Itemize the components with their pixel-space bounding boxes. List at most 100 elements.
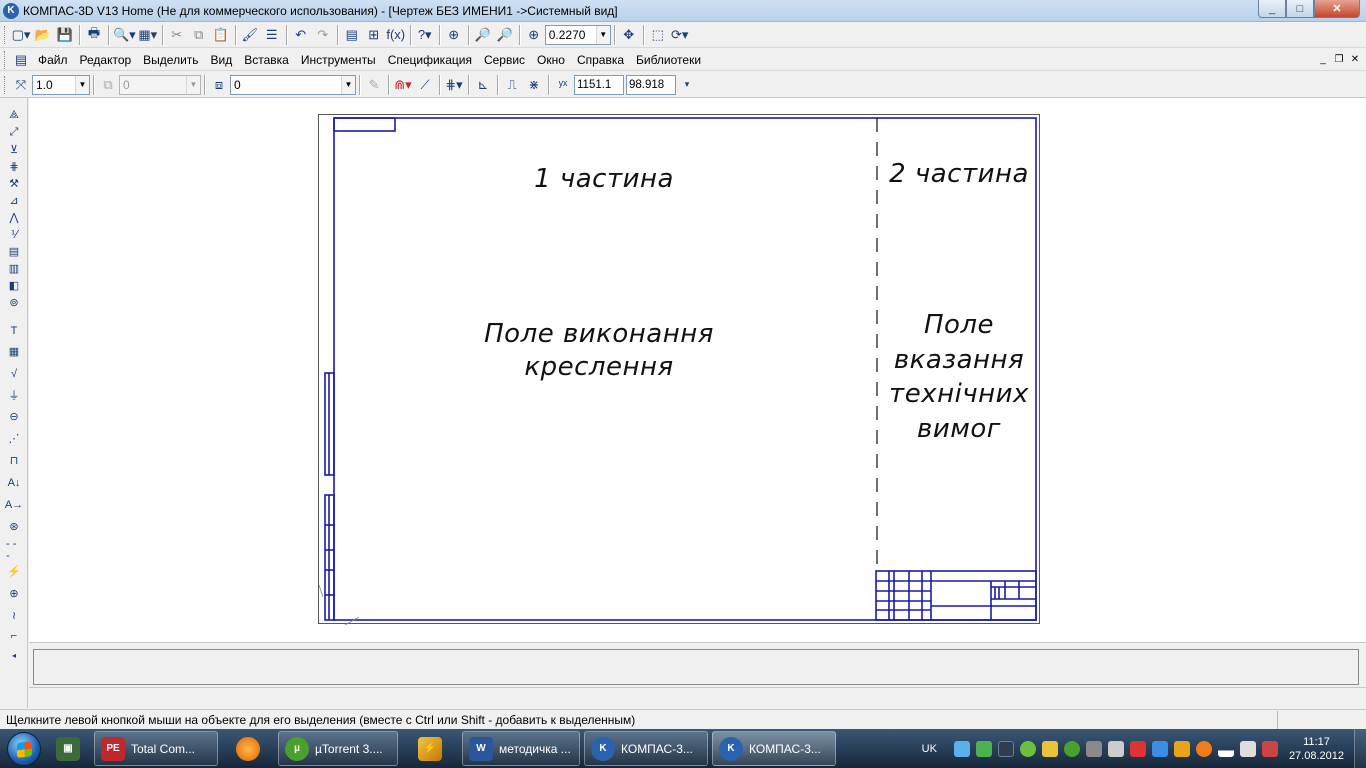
zoom-in-icon[interactable]: 🔎	[473, 24, 493, 46]
taskbar-kompas-1[interactable]: K КОМПАС-3...	[584, 731, 708, 766]
tray-app-icon[interactable]	[1019, 740, 1036, 757]
menu-insert[interactable]: Вставка	[238, 53, 295, 67]
taskbar-total-commander[interactable]: PE Total Com...	[94, 731, 218, 766]
menu-grip[interactable]	[4, 50, 7, 69]
drawing-sheet[interactable]: 1 частина 2 частина Поле виконання кресл…	[318, 114, 1040, 625]
chevron-down-icon[interactable]: ▾	[677, 74, 697, 96]
language-indicator[interactable]: UK	[922, 743, 937, 755]
chevron-down-icon[interactable]: ▼	[186, 75, 200, 94]
ortho-icon[interactable]: ⟋	[415, 74, 435, 96]
undo-icon[interactable]: ↶	[291, 24, 311, 46]
center-mark-icon[interactable]: ⊕	[6, 586, 22, 601]
select-icon[interactable]: ⋀	[6, 210, 22, 225]
close-button[interactable]: ✕	[1314, 0, 1360, 18]
chevron-down-icon[interactable]: ▼	[595, 25, 610, 44]
menu-editor[interactable]: Редактор	[74, 53, 138, 67]
action-center-icon[interactable]	[1261, 740, 1278, 757]
scale-icon[interactable]: ⤧	[11, 74, 31, 96]
properties-edit-icon[interactable]: ✎	[364, 74, 384, 96]
redo-icon[interactable]: ↷	[313, 24, 333, 46]
magnet-snap-icon[interactable]: ⋒▾	[393, 74, 413, 96]
measure-icon[interactable]: ⊿	[6, 193, 22, 208]
cut-icon[interactable]: ✂	[167, 24, 187, 46]
local-cs-icon[interactable]: ⊾	[473, 74, 493, 96]
properties-panel-area[interactable]	[33, 649, 1359, 685]
edit-icon[interactable]: ⋕	[6, 159, 22, 174]
doc-restore-button[interactable]: ❐	[1332, 52, 1346, 66]
detail-icon[interactable]: ⊛	[6, 519, 22, 534]
print-icon[interactable]: 🖶	[84, 24, 104, 46]
round-icon[interactable]: ⋇	[524, 74, 544, 96]
clock[interactable]: 11:17 27.08.2012	[1289, 735, 1344, 763]
copy-icon[interactable]: ⧉	[189, 24, 209, 46]
taskbar-firefox[interactable]	[222, 731, 274, 766]
toolbar-grip[interactable]	[4, 25, 7, 44]
zoom-combo[interactable]: 0.2270 ▼	[544, 24, 611, 45]
base-icon[interactable]: ⏚	[6, 387, 22, 402]
menu-libraries[interactable]: Библиотеки	[630, 53, 707, 67]
menu-window[interactable]: Окно	[531, 53, 571, 67]
layer-icon[interactable]: ⧉	[98, 74, 118, 96]
maximize-button[interactable]: □	[1286, 0, 1314, 18]
tray-app-icon[interactable]	[997, 740, 1014, 757]
tray-app-icon[interactable]	[1041, 740, 1058, 757]
scale-combo[interactable]: 1.0 ▼	[32, 74, 90, 95]
parametrization-icon[interactable]: ⚒	[6, 176, 22, 191]
network-signal-icon[interactable]	[1217, 740, 1234, 757]
ortho-mode-icon[interactable]: ⎍	[502, 74, 522, 96]
geometry-icon[interactable]: ⟁	[6, 108, 22, 123]
style-icon[interactable]: ⧈	[209, 74, 229, 96]
section-icon[interactable]: A↓	[6, 475, 22, 490]
drawing-canvas[interactable]: 1 частина 2 частина Поле виконання кресл…	[29, 98, 1366, 642]
tray-app-icon[interactable]	[1173, 740, 1190, 757]
tray-app-icon[interactable]	[1151, 740, 1168, 757]
refresh-icon[interactable]: ⟳▾	[670, 24, 690, 46]
show-desktop-button[interactable]	[1354, 729, 1366, 768]
menu-file[interactable]: Файл	[32, 53, 74, 67]
tray-app-icon[interactable]	[1107, 740, 1124, 757]
utorrent-tray-icon[interactable]	[1063, 740, 1080, 757]
tray-app-icon[interactable]	[1129, 740, 1146, 757]
coord-y-field[interactable]: 98.918	[626, 74, 676, 95]
taskbar-utorrent[interactable]: µ µTorrent 3....	[278, 731, 398, 766]
view-arrow-icon[interactable]: A→	[5, 497, 23, 512]
paste-icon[interactable]: 📋	[211, 24, 231, 46]
insert-icon[interactable]: ◧	[6, 278, 22, 293]
properties-icon[interactable]: ☰	[262, 24, 282, 46]
tree-icon[interactable]: ▤	[342, 24, 362, 46]
menu-view[interactable]: Вид	[205, 53, 239, 67]
toolbar-grip[interactable]	[4, 75, 7, 94]
tray-app-icon[interactable]	[1085, 740, 1102, 757]
centerline-icon[interactable]: - - -	[6, 538, 22, 562]
doc-close-button[interactable]: ✕	[1348, 52, 1362, 66]
designations-icon[interactable]: ⊻	[6, 142, 22, 157]
help-pointer-icon[interactable]: ?▾	[415, 24, 435, 46]
zoom-window-icon[interactable]: ⊕	[444, 24, 464, 46]
position-icon[interactable]: ⊖	[6, 409, 22, 424]
minimize-button[interactable]: _	[1258, 0, 1286, 18]
dimensions-icon[interactable]: ⤢	[6, 125, 22, 140]
save-icon[interactable]: 💾	[55, 24, 75, 46]
redraw-icon[interactable]: ⬚	[648, 24, 668, 46]
taskbar-kompas-2[interactable]: K КОМПАС-3...	[712, 731, 836, 766]
tray-app-icon[interactable]	[953, 740, 970, 757]
chevron-down-icon[interactable]: ▼	[75, 75, 89, 94]
taskbar-word[interactable]: W методичка ...	[462, 731, 580, 766]
leader-icon[interactable]: ⋰	[6, 431, 22, 446]
menu-tools[interactable]: Инструменты	[295, 53, 382, 67]
chevron-down-icon[interactable]: ▼	[341, 75, 355, 94]
layer-combo[interactable]: 0 ▼	[119, 74, 201, 95]
doc-minimize-button[interactable]: _	[1316, 52, 1330, 66]
menu-specification[interactable]: Спецификация	[382, 53, 478, 67]
grid-icon[interactable]: ⋕▾	[444, 74, 464, 96]
report-icon[interactable]: ▥	[6, 261, 22, 276]
coord-x-field[interactable]: 1151.1	[574, 74, 624, 95]
menu-select[interactable]: Выделить	[137, 53, 204, 67]
format-brush-icon[interactable]: 🖌	[240, 24, 260, 46]
wavy-line-icon[interactable]: ≀	[6, 608, 22, 623]
open-folder-icon[interactable]: 📂	[33, 24, 53, 46]
roughness-icon[interactable]: √	[6, 366, 22, 381]
associative-views-icon[interactable]: ⅟	[6, 227, 22, 242]
spec-icon[interactable]: ▤	[6, 244, 22, 259]
start-button[interactable]	[0, 729, 48, 768]
